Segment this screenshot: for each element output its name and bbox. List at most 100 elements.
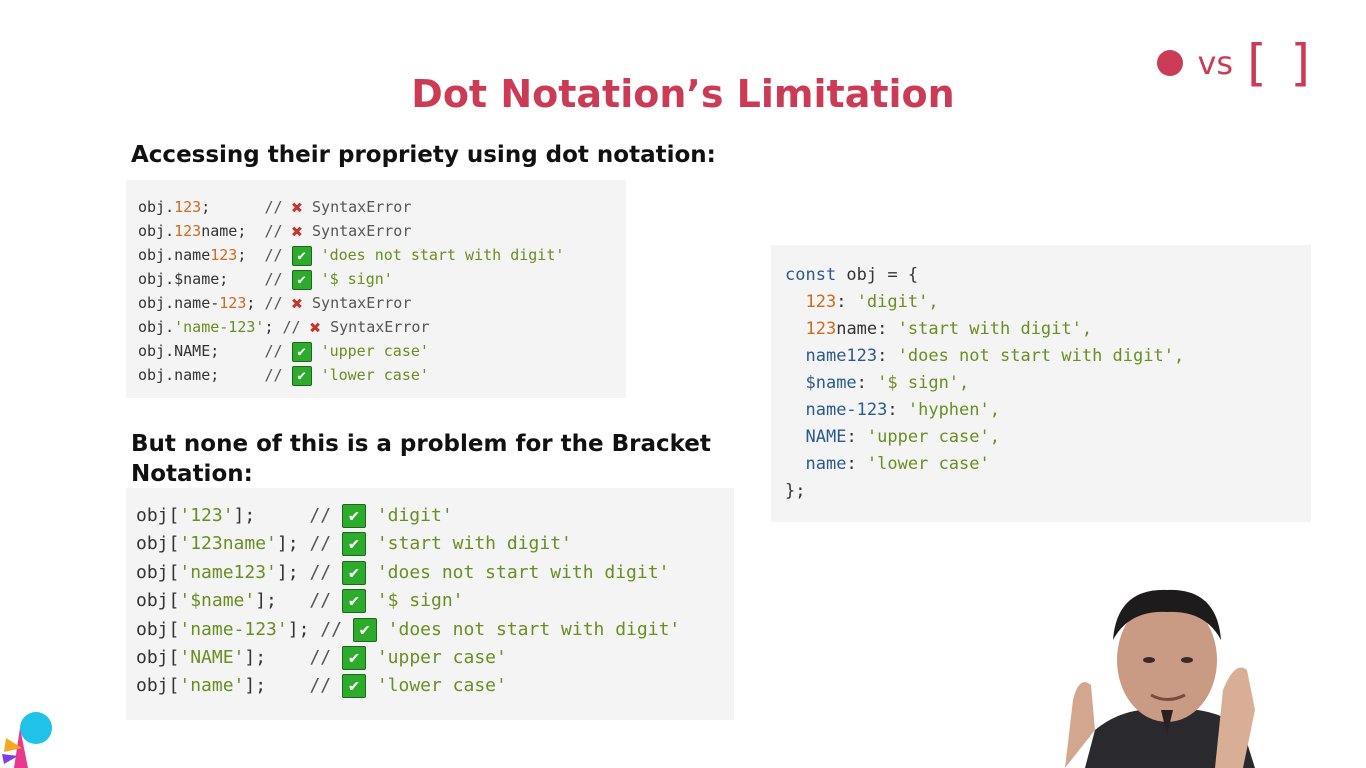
presenter-image <box>1065 580 1270 768</box>
comment-marker: // <box>264 270 283 288</box>
property-key: 123name <box>805 319 878 339</box>
code-line: obj['name']; // ✔ 'lower case' <box>136 672 507 700</box>
object-open-line: const obj = { <box>785 265 919 285</box>
comment-marker: // <box>264 222 283 240</box>
object-declaration-code-block: const obj = { 123: 'digit', 123name: 'st… <box>771 245 1311 522</box>
property-value: 'lower case' <box>866 454 990 474</box>
comment-marker: // <box>309 561 332 583</box>
code-line: obj['$name']; // ✔ '$ sign' <box>136 587 464 615</box>
object-property-line: 123: 'digit', <box>805 292 939 312</box>
code-line: obj.$name; // ✔ '$ sign' <box>138 267 393 291</box>
comment-marker: // <box>309 675 332 697</box>
object-close-line: }; <box>785 481 806 501</box>
code-text: obj.NAME; <box>138 342 220 360</box>
comment-marker: // <box>264 294 283 312</box>
cross-mark-icon: ✖ <box>309 316 322 339</box>
code-text: obj['name123']; <box>136 561 299 583</box>
result-message: 'does not start with digit' <box>320 246 565 264</box>
code-text: obj.123name; <box>138 222 247 240</box>
code-line: obj.name; // ✔ 'lower case' <box>138 363 429 387</box>
check-mark-icon: ✔ <box>341 674 366 699</box>
object-property-line: NAME: 'upper case', <box>805 427 1000 447</box>
check-mark-icon: ✔ <box>291 365 312 386</box>
comment-marker: // <box>309 533 332 555</box>
property-key: name <box>805 454 847 474</box>
dot-notation-code-block: obj.123; // ✖ SyntaxError obj.123name; //… <box>126 180 626 398</box>
result-message: 'does not start with digit' <box>387 618 681 640</box>
property-value: 'hyphen', <box>907 400 1000 420</box>
code-line: obj['123name']; // ✔ 'start with digit' <box>136 530 572 558</box>
code-text: obj['123']; <box>136 505 256 526</box>
property-key: 123 <box>805 292 837 312</box>
property-value: 'does not start with digit', <box>897 346 1185 366</box>
code-line: obj.123name; // ✖ SyntaxError <box>138 219 411 243</box>
cross-mark-icon: ✖ <box>291 220 303 243</box>
property-value: '$ sign', <box>877 373 970 393</box>
code-line: obj.'name-123'; // ✖ SyntaxError <box>138 315 429 339</box>
check-mark-icon: ✔ <box>341 532 366 557</box>
result-message: '$ sign' <box>320 270 393 288</box>
code-line: obj.NAME; // ✔ 'upper case' <box>138 339 429 363</box>
result-message: 'upper case' <box>376 647 507 668</box>
code-text: obj.name-123; <box>138 294 256 312</box>
check-mark-icon: ✔ <box>341 589 366 614</box>
comment-marker: // <box>264 246 283 264</box>
result-message: SyntaxError <box>312 198 412 216</box>
property-key: NAME <box>805 427 847 447</box>
bracket-notation-code-block: obj['123']; // ✔ 'digit' obj['123name']; … <box>126 488 734 720</box>
code-text: obj.name123; <box>138 246 247 264</box>
comment-marker: // <box>309 647 332 668</box>
dot-vs-bracket-badge: vs [ ] <box>1157 38 1314 88</box>
property-key: $name <box>805 373 857 393</box>
object-property-line: name: 'lower case' <box>805 454 990 474</box>
code-text: obj['123name']; <box>136 533 299 555</box>
comment-marker: // <box>309 505 332 526</box>
code-text: obj['NAME']; <box>136 647 267 668</box>
result-message: 'lower case' <box>320 366 429 384</box>
code-text: obj['name-123']; <box>136 618 310 640</box>
check-mark-icon: ✔ <box>352 617 377 642</box>
app-logo-icon <box>2 712 52 768</box>
dot-notation-heading: Accessing their propriety using dot nota… <box>131 142 716 168</box>
comment-marker: // <box>320 618 342 640</box>
vs-label: vs <box>1197 44 1234 82</box>
check-mark-icon: ✔ <box>291 269 312 290</box>
result-message: SyntaxError <box>312 222 412 240</box>
result-message: SyntaxError <box>330 318 430 336</box>
object-property-line: $name: '$ sign', <box>805 373 970 393</box>
property-value: 'start with digit', <box>897 319 1093 339</box>
code-line: obj['name123']; // ✔ 'does not start wit… <box>136 559 669 587</box>
comment-marker: // <box>264 366 283 384</box>
property-key: name-123 <box>805 400 888 420</box>
code-text: obj['name']; <box>136 675 267 697</box>
code-text: obj.'name-123'; <box>138 318 274 336</box>
code-line: obj.123; // ✖ SyntaxError <box>138 195 411 219</box>
code-line: obj['123']; // ✔ 'digit' <box>136 502 453 530</box>
check-mark-icon: ✔ <box>341 646 366 670</box>
code-line: obj.name123; // ✔ 'does not start with d… <box>138 243 564 267</box>
code-text: obj.name; <box>138 366 220 384</box>
brackets-label: [ ] <box>1247 34 1314 92</box>
result-message: 'digit' <box>376 505 453 526</box>
result-message: '$ sign' <box>376 590 464 612</box>
object-property-line: 123name: 'start with digit', <box>805 319 1093 339</box>
object-property-line: name123: 'does not start with digit', <box>805 346 1185 366</box>
code-line: obj['name-123']; // ✔ 'does not start wi… <box>136 616 680 644</box>
result-message: 'upper case' <box>320 342 429 360</box>
property-key: name123 <box>805 346 878 366</box>
const-keyword: const <box>785 265 837 285</box>
result-message: SyntaxError <box>312 294 412 312</box>
object-property-line: name-123: 'hyphen', <box>805 400 1000 420</box>
property-value: 'digit', <box>856 292 939 312</box>
check-mark-icon: ✔ <box>341 560 366 585</box>
property-value: 'upper case', <box>866 427 1000 447</box>
check-mark-icon: ✔ <box>291 245 312 266</box>
dot-icon <box>1157 50 1184 76</box>
code-text: obj.123; <box>138 198 211 216</box>
code-text: obj['$name']; <box>136 590 277 612</box>
check-mark-icon: ✔ <box>341 504 366 528</box>
result-message: 'start with digit' <box>376 533 572 555</box>
presenter-webcam <box>1065 580 1270 768</box>
check-mark-icon: ✔ <box>291 341 312 362</box>
comment-marker: // <box>264 198 283 216</box>
